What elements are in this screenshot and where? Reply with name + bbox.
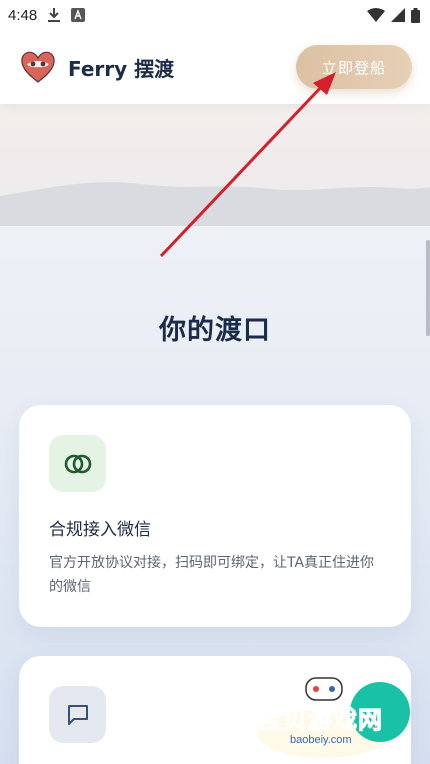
a-notification-icon <box>71 8 86 22</box>
status-time: 4:48 <box>8 6 38 24</box>
app-name: Ferry 摆渡 <box>68 56 175 81</box>
watermark-url: baobeiy.com <box>290 734 352 746</box>
download-icon <box>48 8 61 22</box>
app-header: Ferry 摆渡 立即登船 <box>0 30 430 104</box>
status-right <box>367 7 420 23</box>
watermark: 宝贝游戏网 baobeiy.com <box>250 670 430 764</box>
rings-icon <box>64 454 91 473</box>
card-title: 合规接入微信 <box>49 520 151 540</box>
hero-wave <box>0 182 430 226</box>
feature-card-wechat[interactable]: 合规接入微信 官方开放协议对接，扫码即可绑定，让TA真正住进你的微信 <box>19 405 411 627</box>
card-icon-box <box>49 435 106 492</box>
section-title: 你的渡口 <box>159 315 271 346</box>
scrollbar[interactable] <box>426 240 430 336</box>
status-bar: 4:48 <box>0 0 430 30</box>
board-now-button[interactable]: 立即登船 <box>296 45 412 89</box>
card-description: 官方开放协议对接，扫码即可绑定，让TA真正住进你的微信 <box>49 555 375 595</box>
watermark-text: 宝贝游戏网 <box>258 706 383 735</box>
signal-icon <box>391 8 405 22</box>
ferry-logo-icon <box>21 51 55 83</box>
card-icon-box <box>49 686 106 743</box>
wifi-icon <box>367 8 385 22</box>
status-left: 4:48 <box>8 6 86 24</box>
chat-bubble-icon <box>67 704 88 725</box>
battery-icon <box>411 7 420 23</box>
